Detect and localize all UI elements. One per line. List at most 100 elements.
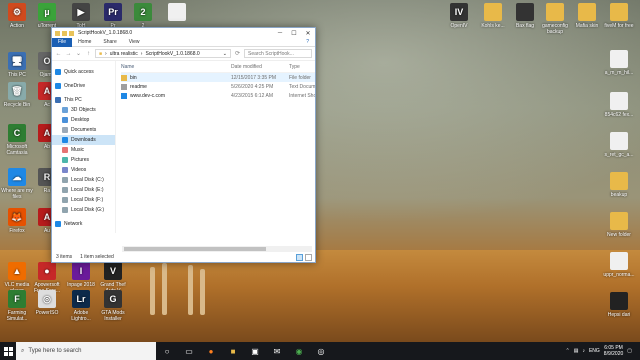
app-icon: ▶ bbox=[72, 3, 90, 21]
nav-item[interactable]: Network bbox=[52, 219, 115, 229]
nav-item[interactable]: 3D Objects bbox=[52, 105, 115, 115]
navigation-pane[interactable]: Quick access OneDrive This PC 3D Objects Des… bbox=[52, 61, 116, 233]
nav-item[interactable]: Quick access bbox=[52, 67, 115, 77]
nav-item-label: Downloads bbox=[71, 137, 96, 143]
desktop-icon[interactable]: s_ret_gc_a... bbox=[602, 132, 636, 158]
network-icon[interactable]: ▤ bbox=[574, 348, 579, 354]
file-row[interactable]: www.dev-c.com 4/23/2015 6:12 AM Internet S… bbox=[121, 91, 315, 100]
tab-view[interactable]: View bbox=[123, 39, 146, 45]
address-bar[interactable]: ■ › ultra realistic › ScriptHookV_1.0.18… bbox=[95, 49, 231, 58]
desktop-icon[interactable]: Mafia skin bbox=[570, 3, 604, 29]
desktop-icon[interactable]: uppr_norma... bbox=[602, 252, 636, 278]
tab-home[interactable]: Home bbox=[72, 39, 97, 45]
nav-item[interactable]: Local Disk (C:) bbox=[52, 175, 115, 185]
nav-item-icon bbox=[62, 177, 68, 183]
desktop-icon[interactable]: 22 bbox=[126, 3, 160, 29]
column-name[interactable]: Name bbox=[121, 64, 231, 70]
file-explorer-window[interactable]: ScriptHookV_1.0.1868.0 ─ ☐ ✕ File Home S… bbox=[51, 27, 316, 263]
desktop-icon[interactable]: Kohls ke... bbox=[476, 3, 510, 29]
desktop-icon[interactable]: G GTA Mods Installer bbox=[96, 290, 130, 322]
forward-icon[interactable]: → bbox=[65, 51, 72, 57]
nav-item[interactable]: Pictures bbox=[52, 155, 115, 165]
app-icon: ☁ bbox=[8, 168, 26, 186]
desktop-icon[interactable]: IV OpenIV bbox=[442, 3, 476, 29]
mail-icon[interactable]: ✉ bbox=[266, 342, 288, 360]
status-bar: 3 items 1 item selected bbox=[52, 252, 315, 262]
close-icon[interactable]: ✕ bbox=[301, 30, 315, 37]
task-view-icon[interactable]: ▭ bbox=[178, 342, 200, 360]
desktop-icon[interactable]: ▶ ToH bbox=[64, 3, 98, 29]
nav-item[interactable]: Local Disk (F:) bbox=[52, 195, 115, 205]
nav-item-icon bbox=[62, 187, 68, 193]
chrome-icon[interactable]: ◉ bbox=[288, 342, 310, 360]
start-button[interactable] bbox=[0, 342, 16, 360]
nav-item[interactable]: Videos bbox=[52, 165, 115, 175]
desktop-icon[interactable]: fiveM for free bbox=[602, 3, 636, 29]
nav-item[interactable]: Documents bbox=[52, 125, 115, 135]
desktop-icon-label: gameconfig backup bbox=[542, 23, 568, 35]
tab-share[interactable]: Share bbox=[97, 39, 122, 45]
recorder-icon[interactable]: ◎ bbox=[310, 342, 332, 360]
title-bar[interactable]: ScriptHookV_1.0.1868.0 ─ ☐ ✕ bbox=[52, 28, 315, 38]
desktop-icon[interactable]: µ uTorrent bbox=[30, 3, 64, 29]
desktop-icon[interactable]: ☁ Where are my files bbox=[0, 168, 34, 200]
language-indicator[interactable]: ENG bbox=[589, 348, 600, 354]
cortana-icon[interactable]: ○ bbox=[156, 342, 178, 360]
maximize-icon[interactable]: ☐ bbox=[287, 30, 301, 37]
column-date-modified[interactable]: Date modified bbox=[231, 64, 289, 70]
notifications-icon[interactable]: ▢ bbox=[627, 348, 632, 354]
desktop-icon[interactable]: 🗑 Recycle Bin bbox=[0, 82, 34, 108]
desktop-icon[interactable]: ◎ PowerISO bbox=[30, 290, 64, 316]
desktop-icon[interactable]: Pr Pr bbox=[96, 3, 130, 29]
desktop-icon[interactable]: F Farming Simulat... bbox=[0, 290, 34, 322]
desktop-icon-label: OpenIV bbox=[450, 23, 468, 29]
desktop-icon[interactable]: New folder bbox=[602, 212, 636, 238]
desktop-icon[interactable]: I Inpage 2018 bbox=[64, 262, 98, 288]
store-icon[interactable]: ▣ bbox=[244, 342, 266, 360]
file-row[interactable]: readme 5/26/2020 4:25 PM Text Document bbox=[121, 82, 315, 91]
back-icon[interactable]: ← bbox=[55, 51, 62, 57]
clock[interactable]: 6:05 PM 8/9/2020 bbox=[604, 345, 623, 357]
desktop-icon[interactable]: Bax flag bbox=[508, 3, 542, 29]
recent-locations-icon[interactable]: ⌄ bbox=[75, 50, 82, 57]
search-input[interactable]: Search ScriptHook... bbox=[244, 49, 312, 58]
minimize-icon[interactable]: ─ bbox=[273, 30, 287, 37]
nav-item[interactable]: OneDrive bbox=[52, 81, 115, 91]
desktop-icon[interactable]: Lr Adobe Lightro... bbox=[64, 290, 98, 322]
tray-chevron-icon[interactable]: ⌃ bbox=[566, 348, 570, 354]
desktop-icon[interactable]: 🦊 Firefox bbox=[0, 208, 34, 234]
large-icons-view-icon[interactable] bbox=[305, 253, 312, 261]
desktop-icon[interactable] bbox=[160, 3, 194, 23]
up-icon[interactable]: ↑ bbox=[85, 51, 92, 57]
desktop-icon[interactable]: Hepsi dari bbox=[602, 292, 636, 318]
desktop-icon[interactable]: a_m_m_hil... bbox=[602, 50, 636, 76]
chevron-down-icon[interactable]: ⌄ bbox=[223, 51, 227, 57]
breadcrumb-item[interactable]: ScriptHookV_1.0.1868.0 bbox=[145, 51, 199, 57]
help-icon[interactable]: ? bbox=[300, 39, 315, 45]
desktop-icon[interactable]: beakup bbox=[602, 172, 636, 198]
desktop-icon[interactable]: 854c62 fex... bbox=[602, 92, 636, 118]
tab-file[interactable]: File bbox=[52, 37, 73, 47]
nav-item[interactable]: Music bbox=[52, 145, 115, 155]
file-row[interactable]: bin 12/15/2017 3:35 PM File folder bbox=[121, 73, 315, 82]
app-icon: ▲ bbox=[8, 262, 26, 280]
file-list[interactable]: Name Date modified Type bin 12/15/2017 3:… bbox=[116, 61, 315, 233]
taskbar-search[interactable]: ⌕ Type here to search bbox=[16, 342, 156, 360]
file-name-cell: readme bbox=[121, 83, 231, 90]
desktop-icon[interactable]: 🖥 This PC bbox=[0, 52, 34, 78]
desktop-icon[interactable]: gameconfig backup bbox=[538, 3, 572, 35]
nav-item[interactable]: Local Disk (G:) bbox=[52, 205, 115, 215]
nav-item[interactable]: Desktop bbox=[52, 115, 115, 125]
file-explorer-icon[interactable]: ■ bbox=[222, 342, 244, 360]
firefox-icon[interactable]: ● bbox=[200, 342, 222, 360]
breadcrumb-item[interactable]: ultra realistic bbox=[110, 51, 138, 57]
column-type[interactable]: Type bbox=[289, 64, 315, 70]
nav-item[interactable]: This PC bbox=[52, 95, 115, 105]
desktop-icon[interactable]: C Microsoft Camtasia bbox=[0, 124, 34, 156]
volume-icon[interactable]: ♪ bbox=[582, 348, 585, 354]
nav-item[interactable]: Downloads bbox=[52, 135, 115, 145]
nav-item[interactable]: Local Disk (E:) bbox=[52, 185, 115, 195]
refresh-icon[interactable]: ⟳ bbox=[234, 50, 241, 57]
details-view-icon[interactable] bbox=[296, 253, 303, 261]
desktop-icon[interactable]: ⚙ Action bbox=[0, 3, 34, 29]
